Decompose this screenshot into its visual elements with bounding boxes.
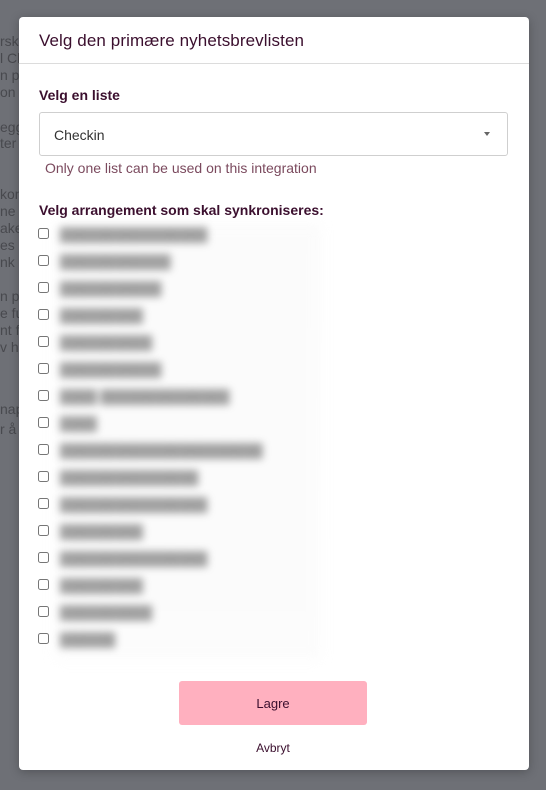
save-button[interactable]: Lagre [179,681,367,725]
event-row: ████████████████ [38,496,338,514]
list-select[interactable]: Checkin [39,112,508,156]
event-checkbox[interactable] [38,552,49,563]
bg-text-fragment: on [0,84,16,100]
dialog-title: Velg den primære nyhetsbrevlisten [39,31,305,50]
dialog-header: Velg den primære nyhetsbrevlisten [19,17,529,64]
event-name: ████ ██████████████ [60,389,230,404]
event-checkbox[interactable] [38,390,49,401]
bg-text-fragment: v h [0,339,19,355]
bg-text-fragment: nap [0,401,20,417]
event-name: ███████████ [60,281,162,296]
event-row: █████████ [38,523,338,541]
event-row: ████ ██████████████ [38,388,338,406]
event-row: █████████ [38,577,338,595]
event-name: ████████████ [60,254,171,269]
event-checkbox[interactable] [38,417,49,428]
event-checkbox[interactable] [38,471,49,482]
event-row: ████████████████ [38,550,338,568]
bg-text-fragment: l Cl [0,50,20,66]
bg-text-fragment: kon [0,186,20,202]
event-name: ███████████ [60,362,162,377]
event-row: ███████████ [38,280,338,298]
event-name: █████████ [60,308,143,323]
event-name: ████████████████ [60,551,208,566]
event-name: ███████████████ [60,470,199,485]
bg-text-fragment: es [0,237,15,253]
event-checkbox[interactable] [38,309,49,320]
event-checkbox[interactable] [38,363,49,374]
event-checkbox[interactable] [38,525,49,536]
event-checkbox[interactable] [38,498,49,509]
event-name: ██████████ [60,605,153,620]
bg-text-fragment: e fu [0,305,20,321]
event-name: █████████ [60,524,143,539]
bg-text-fragment: n p [0,67,20,83]
list-section-label: Velg en liste [39,87,120,103]
bg-text-fragment: nt fo [0,322,20,338]
bg-text-fragment: ake [0,220,20,236]
event-checkbox[interactable] [38,444,49,455]
event-checkbox[interactable] [38,228,49,239]
bg-text-fragment: r å [0,421,17,437]
event-checkbox[interactable] [38,579,49,590]
event-checkbox[interactable] [38,606,49,617]
event-row: ████████████████ [38,226,338,244]
list-help-text: Only one list can be used on this integr… [45,160,317,176]
bg-text-fragment: rsk [0,33,19,49]
event-name: ████ [60,416,97,431]
bg-text-fragment: n p [0,288,20,304]
event-list: ████████████████ ████████████ ██████████… [38,226,338,658]
chevron-down-icon [484,132,490,136]
event-checkbox[interactable] [38,282,49,293]
event-checkbox[interactable] [38,633,49,644]
bg-text-fragment: nk [0,254,15,270]
event-checkbox[interactable] [38,336,49,347]
event-name: ██████████████████████ [60,443,263,458]
event-row: ███████████ [38,361,338,379]
event-name: ████████████████ [60,227,208,242]
event-row: ███████████████ [38,469,338,487]
bg-text-fragment: ne [0,203,16,219]
event-row: ██████████████████████ [38,442,338,460]
event-name: ██████████ [60,335,153,350]
event-row: ██████████ [38,604,338,622]
bg-text-fragment: egg [0,119,20,135]
event-checkbox[interactable] [38,255,49,266]
cancel-link[interactable]: Avbryt [19,741,527,755]
events-section-label: Velg arrangement som skal synkroniseres: [39,202,324,218]
newsletter-list-dialog: Velg den primære nyhetsbrevlisten Velg e… [19,17,529,770]
background-page-text: rsk l Cl n p on egg ter kon ne ake es nk… [0,0,20,790]
event-row: ██████████ [38,334,338,352]
event-name: ████████████████ [60,497,208,512]
event-row: ████████████ [38,253,338,271]
list-select-value: Checkin [54,127,105,143]
event-name: █████████ [60,578,143,593]
event-row: ████ [38,415,338,433]
bg-text-fragment: ter [0,135,17,151]
event-row: █████████ [38,307,338,325]
event-name: ██████ [60,632,116,647]
event-row: ██████ [38,631,338,649]
